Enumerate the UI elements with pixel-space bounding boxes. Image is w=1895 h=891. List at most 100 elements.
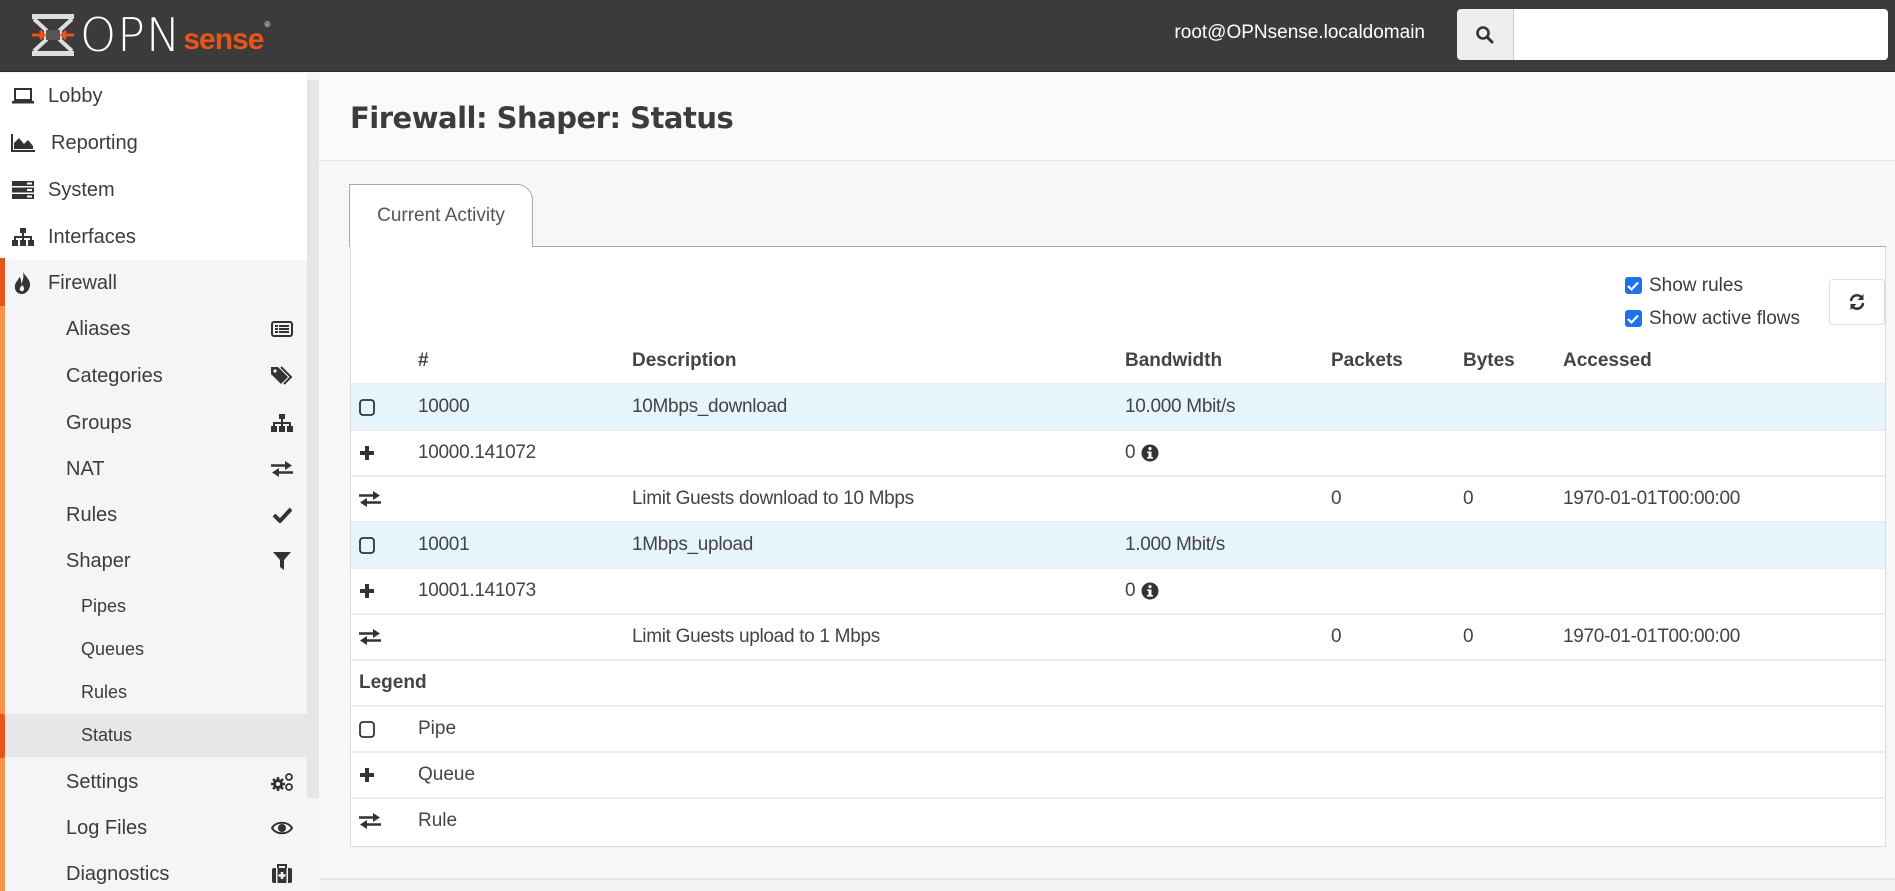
sidebar-item-shaper-rules[interactable]: Rules	[5, 671, 307, 714]
show-active-flows-checkbox[interactable]	[1624, 310, 1642, 327]
server-icon	[10, 181, 36, 199]
table-row-pipe[interactable]: 10001 1Mbps_upload 1.000 Mbit/s	[351, 521, 1885, 567]
fire-icon	[10, 272, 36, 294]
column-header-description[interactable]: Description	[632, 339, 737, 383]
check-icon	[269, 507, 295, 523]
plus-icon	[359, 569, 399, 613]
legend-item-queue: Queue	[351, 751, 1885, 797]
refresh-icon	[1849, 294, 1865, 310]
active-item-marker	[0, 714, 5, 758]
column-header-packets[interactable]: Packets	[1331, 339, 1403, 383]
table-row-rule[interactable]: Limit Guests upload to 1 Mbps 0 0 1970-0…	[351, 613, 1885, 659]
sidebar-item-label: Aliases	[66, 317, 131, 340]
table-row-queue[interactable]: 10000.141072 0	[351, 429, 1885, 475]
sidebar-item-interfaces[interactable]: Interfaces	[0, 214, 307, 260]
laptop-icon	[10, 88, 36, 104]
sidebar-item-groups[interactable]: Groups	[5, 400, 307, 446]
table-row-pipe[interactable]: 10000 10Mbps_download 10.000 Mbit/s	[351, 383, 1885, 429]
row-bandwidth-value: 0	[1125, 580, 1136, 601]
sidebar-item-reporting[interactable]: Reporting	[0, 120, 307, 166]
sidebar-item-firewall[interactable]: Firewall	[0, 260, 307, 306]
search-input[interactable]	[1514, 9, 1888, 60]
sidebar-item-log-files[interactable]: Log Files	[5, 805, 307, 851]
show-rules-checkbox[interactable]	[1624, 277, 1642, 294]
sidebar-item-label: Interfaces	[48, 225, 136, 248]
sidebar-item-status[interactable]: Status	[5, 714, 307, 757]
square-o-icon	[359, 385, 399, 429]
square-o-icon	[359, 523, 399, 567]
sidebar-item-aliases[interactable]: Aliases	[5, 306, 307, 352]
search-icon[interactable]	[1457, 9, 1514, 60]
sidebar-item-system[interactable]: System	[0, 167, 307, 213]
info-icon[interactable]	[1141, 444, 1159, 462]
row-bandwidth: 0	[1125, 569, 1159, 613]
sidebar-item-label: Shaper	[66, 549, 131, 572]
refresh-button[interactable]	[1829, 279, 1885, 325]
row-accessed: 1970-01-01T00:00:00	[1563, 488, 1741, 509]
sidebar-item-label: Log Files	[66, 816, 148, 839]
sidebar-scrollbar-thumb[interactable]	[307, 80, 319, 798]
exchange-icon	[359, 477, 399, 521]
area-chart-icon	[10, 134, 36, 152]
shaper-status-table: # Description Bandwidth Packets Bytes Ac…	[351, 339, 1885, 843]
column-header-bandwidth[interactable]: Bandwidth	[1125, 339, 1222, 383]
tab-current-activity[interactable]: Current Activity	[349, 184, 533, 247]
sidebar-item-rules[interactable]: Rules	[5, 492, 307, 538]
sitemap-icon	[269, 414, 295, 432]
sidebar-item-label: Rules	[81, 682, 128, 702]
user-menu[interactable]: root@OPNsense.localdomain	[1174, 22, 1425, 44]
sidebar-item-label: Reporting	[51, 131, 138, 154]
sidebar-item-label: Lobby	[48, 84, 103, 107]
row-accessed: 1970-01-01T00:00:00	[1563, 626, 1741, 647]
row-description: 1Mbps_upload	[632, 534, 754, 555]
show-active-flows-option[interactable]: Show active flows	[1624, 302, 1800, 335]
exchange-icon	[359, 615, 399, 659]
row-description: Limit Guests download to 10 Mbps	[632, 488, 914, 509]
sidebar-item-diagnostics[interactable]: Diagnostics	[5, 851, 307, 891]
sidebar-item-lobby[interactable]: Lobby	[0, 73, 307, 119]
current-activity-panel: Show rules Show active flows # Descripti…	[350, 247, 1886, 847]
page-header: Firewall: Shaper: Status	[319, 73, 1895, 161]
sidebar-item-label: Status	[81, 725, 133, 745]
legend-label: Pipe	[418, 718, 457, 739]
logo-text: OPN	[80, 8, 182, 62]
row-id: 10000.141072	[418, 442, 536, 463]
eye-icon	[269, 821, 295, 835]
table-row-queue[interactable]: 10001.141073 0	[351, 567, 1885, 613]
registered-mark: ®	[264, 19, 271, 29]
show-rules-option[interactable]: Show rules	[1624, 269, 1800, 302]
column-header-bytes[interactable]: Bytes	[1463, 339, 1515, 383]
row-bytes: 0	[1463, 626, 1474, 647]
sidebar-item-nat[interactable]: NAT	[5, 446, 307, 492]
cogs-icon	[269, 772, 295, 792]
sidebar-item-queues[interactable]: Queues	[5, 628, 307, 671]
row-bandwidth: 10.000 Mbit/s	[1125, 396, 1236, 417]
sidebar-item-categories[interactable]: Categories	[5, 353, 307, 399]
row-description: 10Mbps_download	[632, 396, 788, 417]
page-title: Firewall: Shaper: Status	[350, 101, 734, 135]
column-header-accessed[interactable]: Accessed	[1563, 339, 1652, 383]
exchange-icon	[269, 461, 295, 477]
opnsense-logo[interactable]: OPN sense ®	[30, 12, 270, 58]
legend-label: Queue	[418, 764, 476, 785]
column-header-id[interactable]: #	[418, 339, 429, 383]
sidebar-item-settings[interactable]: Settings	[5, 759, 307, 805]
sidebar-item-pipes[interactable]: Pipes	[5, 585, 307, 628]
sidebar-item-shaper[interactable]: Shaper	[5, 538, 307, 584]
show-active-flows-label: Show active flows	[1648, 307, 1800, 329]
legend-item-rule: Rule	[351, 797, 1885, 843]
medkit-icon	[269, 864, 295, 884]
row-id: 10000	[418, 396, 470, 417]
row-packets: 0	[1331, 626, 1342, 647]
plus-icon	[359, 753, 399, 797]
info-icon[interactable]	[1141, 582, 1159, 600]
logo-text-accent: sense	[183, 23, 264, 56]
sidebar-item-label: Pipes	[81, 596, 127, 616]
sidebar-item-label: Rules	[66, 503, 118, 526]
sidebar-item-label: NAT	[66, 457, 105, 480]
sidebar-item-label: Diagnostics	[66, 862, 170, 885]
filter-icon	[269, 552, 295, 570]
row-packets: 0	[1331, 488, 1342, 509]
row-bandwidth: 1.000 Mbit/s	[1125, 534, 1225, 555]
table-row-rule[interactable]: Limit Guests download to 10 Mbps 0 0 197…	[351, 475, 1885, 521]
